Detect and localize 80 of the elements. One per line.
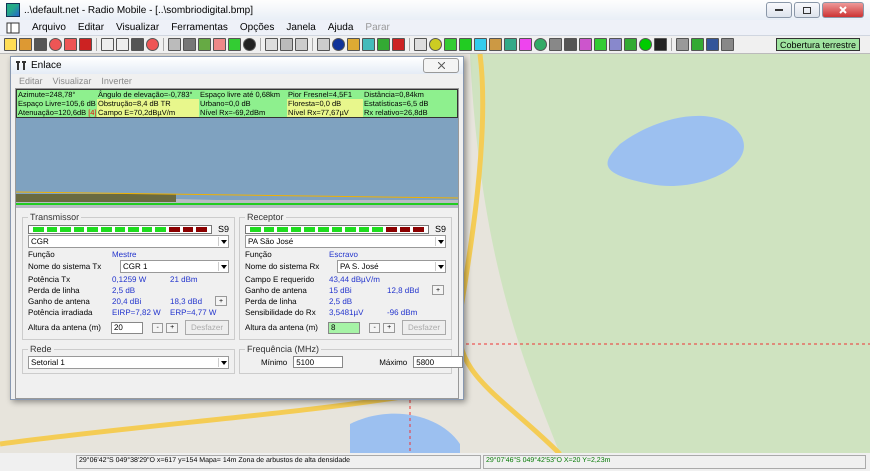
field-value: 2,5 dB bbox=[112, 286, 136, 294]
tool-icon[interactable] bbox=[332, 38, 345, 51]
window-title: ..\default.net - Radio Mobile - [..\sombriodigital.bmp] bbox=[24, 4, 254, 16]
field-label: Nome do sistema Rx bbox=[245, 262, 320, 271]
min-frequency-input[interactable]: 5100 bbox=[293, 356, 344, 368]
tool-icon[interactable] bbox=[639, 38, 652, 51]
field-label: Potência Tx bbox=[28, 274, 72, 284]
field-value: -96 dBm bbox=[387, 308, 418, 316]
field-label: Função bbox=[245, 250, 273, 258]
close-button[interactable] bbox=[423, 58, 459, 73]
dropdown-icon bbox=[435, 262, 445, 271]
field-value: Escravo bbox=[329, 250, 359, 258]
dropdown-icon bbox=[218, 262, 228, 271]
field-label: Perda de linha bbox=[245, 296, 298, 306]
minimize-icon bbox=[775, 8, 783, 12]
dialog-title: Enlace bbox=[31, 60, 63, 71]
field-value: ERP=4,77 W bbox=[170, 308, 216, 316]
menu-item[interactable]: Editar bbox=[78, 22, 104, 33]
menu-item[interactable]: Ajuda bbox=[328, 22, 354, 33]
field-value: 3,5481µV bbox=[329, 308, 364, 316]
menu-item[interactable]: Opções bbox=[240, 22, 274, 33]
group-title: Transmissor bbox=[29, 212, 80, 222]
field-label: Altura da antena (m) bbox=[28, 323, 102, 332]
field-label: Máximo bbox=[379, 358, 408, 366]
tool-icon[interactable] bbox=[534, 38, 547, 51]
coverage-button[interactable]: Cobertura terrestre bbox=[776, 38, 860, 51]
tool-icon[interactable] bbox=[146, 38, 159, 51]
station-select[interactable]: CGR bbox=[28, 235, 229, 248]
field-value: 21 dBm bbox=[170, 274, 199, 284]
group-title: Frequência (MHz) bbox=[246, 344, 320, 354]
signal-reading: S9 bbox=[434, 224, 446, 234]
field-label: Perda de linha bbox=[28, 286, 81, 294]
menu-item[interactable]: Janela bbox=[286, 22, 316, 33]
close-icon bbox=[438, 62, 444, 69]
document-icon bbox=[6, 22, 20, 34]
signal-reading: S9 bbox=[218, 224, 229, 234]
field-value: 15 dBi bbox=[329, 286, 353, 294]
height-input[interactable]: 20 bbox=[110, 322, 143, 334]
max-frequency-input[interactable]: 5800 bbox=[413, 356, 464, 368]
tool-icon[interactable] bbox=[243, 38, 256, 51]
close-icon bbox=[839, 6, 847, 14]
field-label: Campo E requerido bbox=[245, 274, 316, 284]
dropdown-icon bbox=[218, 358, 228, 367]
field-value: Mestre bbox=[112, 250, 138, 258]
system-select[interactable]: PA S. José bbox=[337, 260, 446, 273]
field-label: Altura da antena (m) bbox=[245, 323, 319, 332]
field-value: 12,8 dBd bbox=[387, 286, 420, 294]
field-value: EIRP=7,82 W bbox=[112, 308, 162, 316]
tool-icon[interactable] bbox=[101, 38, 114, 51]
group-title: Receptor bbox=[246, 212, 285, 222]
field-label: Ganho de antena bbox=[28, 296, 91, 306]
field-label: Nome do sistema Tx bbox=[28, 262, 102, 271]
menu-item[interactable]: Visualizar bbox=[116, 22, 160, 33]
network-select[interactable]: Setorial 1 bbox=[28, 356, 229, 369]
dropdown-icon bbox=[435, 237, 445, 246]
field-value: 0,1259 W bbox=[112, 274, 148, 284]
station-select[interactable]: PA São José bbox=[245, 235, 446, 248]
menu-item[interactable]: Arquivo bbox=[32, 22, 66, 33]
maximize-button[interactable] bbox=[794, 2, 820, 18]
minimize-button[interactable] bbox=[766, 2, 792, 18]
maximize-icon bbox=[803, 6, 811, 14]
system-select[interactable]: CGR 1 bbox=[120, 260, 229, 273]
field-label: Potência irradiada bbox=[28, 308, 94, 316]
dropdown-icon bbox=[218, 237, 228, 246]
field-label: Função bbox=[28, 250, 56, 258]
group-title: Rede bbox=[29, 344, 53, 354]
tool-icon[interactable] bbox=[429, 38, 442, 51]
field-value: 18,3 dBd bbox=[170, 296, 204, 306]
tool-icon[interactable] bbox=[49, 38, 62, 51]
field-value: 20,4 dBi bbox=[112, 296, 142, 306]
menu-item[interactable]: Ferramentas bbox=[171, 22, 228, 33]
close-button[interactable] bbox=[822, 2, 864, 18]
app-icon bbox=[6, 3, 20, 17]
field-value: 2,5 dB bbox=[329, 296, 354, 306]
tool-icon[interactable] bbox=[116, 38, 129, 51]
field-label: Mínimo bbox=[261, 358, 288, 366]
field-label: Sensibilidade do Rx bbox=[245, 308, 317, 316]
height-input[interactable]: 8 bbox=[328, 322, 360, 334]
field-label: Ganho de antena bbox=[245, 286, 308, 294]
field-value: 43,44 dBµV/m bbox=[329, 274, 381, 284]
